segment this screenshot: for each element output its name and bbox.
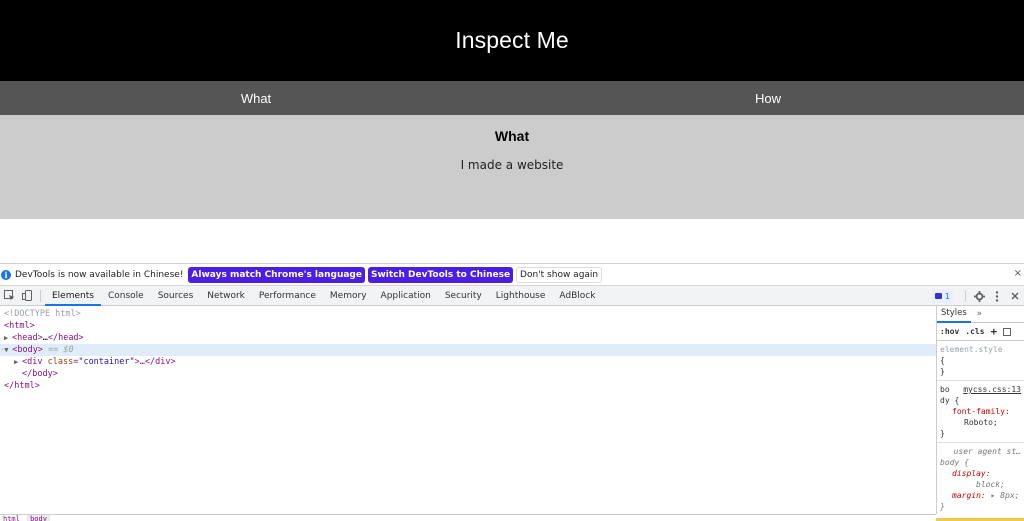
rule-source-link[interactable]: mycss.css:13 xyxy=(963,384,1021,395)
element-style-selector: element.style xyxy=(940,345,1003,354)
content-text: I made a website xyxy=(460,158,564,172)
head-open-tag: <head> xyxy=(12,333,43,343)
tab-performance[interactable]: Performance xyxy=(252,286,323,306)
css-prop-margin: margin: xyxy=(952,491,986,500)
tab-application[interactable]: Application xyxy=(374,286,438,306)
dom-breadcrumb: html body xyxy=(0,514,936,521)
div-close-tag: >…</div> xyxy=(134,357,176,367)
css-prop-font-family[interactable]: font-family: xyxy=(952,407,1010,416)
switch-language-button[interactable]: Switch DevTools to Chinese xyxy=(367,266,514,283)
dom-node-doctype[interactable]: <!DOCTYPE html> xyxy=(0,308,936,320)
expand-triangle-icon[interactable]: ▶ xyxy=(14,356,22,368)
tab-lighthouse[interactable]: Lighthouse xyxy=(489,286,553,306)
css-value-margin: ▸ 8px; xyxy=(990,491,1020,500)
more-tabs-icon[interactable]: » xyxy=(971,309,988,319)
body-css-rule[interactable]: bo mycss.css:13 dy { font-family: Roboto;… xyxy=(937,381,1024,443)
issues-icon xyxy=(934,293,942,299)
class-toggle[interactable]: .cls xyxy=(965,327,984,336)
brace-open: { xyxy=(940,356,945,365)
styles-pane-tabs: Styles » xyxy=(937,306,1024,323)
user-agent-label: user agent st… xyxy=(953,447,1021,456)
brace-close: } xyxy=(940,502,945,511)
toolbar-divider xyxy=(40,289,41,302)
css-value-font-family[interactable]: Roboto; xyxy=(964,418,998,427)
styles-pane: Styles » :hov .cls + element.style { } b… xyxy=(936,306,1024,514)
user-agent-rule[interactable]: user agent st… body { display: block; ma… xyxy=(937,443,1024,514)
breadcrumb-html[interactable]: html xyxy=(0,515,23,521)
dom-node-div-container[interactable]: ▶ <div class="container">…</div> xyxy=(0,356,936,368)
dom-node-html-close[interactable]: </html> xyxy=(0,380,936,392)
toolbar-divider xyxy=(965,290,966,302)
toolbar-right-controls: 1 xyxy=(931,286,1024,306)
brace-close: } xyxy=(940,429,945,438)
site-title: Inspect Me xyxy=(455,27,569,53)
device-toolbar-icon[interactable] xyxy=(18,287,36,305)
issues-count: 1 xyxy=(944,291,950,301)
doctype-text: <!DOCTYPE html> xyxy=(4,309,81,319)
expand-triangle-icon[interactable]: ▶ xyxy=(4,332,12,344)
tab-memory[interactable]: Memory xyxy=(323,286,374,306)
website-viewport: Inspect Me What How What I made a websit… xyxy=(0,0,1024,263)
tab-adblock[interactable]: AdBlock xyxy=(552,286,602,306)
tab-security[interactable]: Security xyxy=(438,286,489,306)
html-close-tag: </html> xyxy=(4,381,40,391)
devtools-panel: i DevTools is now available in Chinese! … xyxy=(0,263,1024,521)
div-attr-value: "container" xyxy=(78,357,135,367)
nav-link-how[interactable]: How xyxy=(512,81,1024,115)
css-value-display: block; xyxy=(976,480,1005,489)
tab-sources[interactable]: Sources xyxy=(151,286,201,306)
close-devtools-icon[interactable] xyxy=(1006,287,1024,305)
dom-node-body[interactable]: ·▼ <body> == $0 xyxy=(0,344,936,356)
dont-show-again-button[interactable]: Don't show again xyxy=(516,266,603,283)
language-infobar: i DevTools is now available in Chinese! … xyxy=(0,264,1024,286)
toggle-sidebar-icon[interactable] xyxy=(1003,327,1012,336)
body-open-tag: <body> xyxy=(12,345,43,355)
info-icon: i xyxy=(1,269,11,280)
breadcrumb-body[interactable]: body xyxy=(27,515,50,521)
div-attr-name: class xyxy=(47,357,74,367)
more-options-icon[interactable] xyxy=(988,287,1006,305)
tab-network[interactable]: Network xyxy=(200,286,252,306)
infobar-message: DevTools is now available in Chinese! xyxy=(15,269,184,280)
dom-node-body-close[interactable]: </body> xyxy=(0,368,936,380)
div-open-tag: <div xyxy=(22,357,43,367)
selected-node-marker: == $0 xyxy=(48,345,74,355)
hover-state-toggle[interactable]: :hov xyxy=(940,327,959,336)
rule-selector-cont: dy { xyxy=(940,396,960,405)
site-content: What I made a website xyxy=(0,115,1024,219)
tab-elements[interactable]: Elements xyxy=(45,286,101,306)
dom-node-head[interactable]: ▶ <head>…</head> xyxy=(0,332,936,344)
devtools-toolbar: Elements Console Sources Network Perform… xyxy=(0,286,1024,306)
content-heading: What xyxy=(494,128,530,144)
brace-close: } xyxy=(940,367,945,376)
body-close-tag: </body> xyxy=(22,369,58,379)
match-language-button[interactable]: Always match Chrome's language xyxy=(188,266,365,283)
rule-selector: bo xyxy=(940,385,950,394)
tab-console[interactable]: Console xyxy=(101,286,151,306)
styles-filter-bar: :hov .cls + xyxy=(937,323,1024,341)
inspect-element-icon[interactable] xyxy=(0,287,18,305)
close-infobar-icon[interactable]: × xyxy=(1014,268,1022,279)
site-header: Inspect Me xyxy=(0,0,1024,81)
settings-gear-icon[interactable] xyxy=(970,287,988,305)
tab-styles[interactable]: Styles xyxy=(937,306,971,323)
dom-node-html[interactable]: <html> xyxy=(0,320,936,332)
browser-page: Inspect Me What How What I made a websit… xyxy=(0,0,1024,521)
new-rule-button[interactable]: + xyxy=(991,325,998,338)
ua-selector: body { xyxy=(940,458,969,467)
nav-link-what[interactable]: What xyxy=(0,81,512,115)
issues-badge[interactable]: 1 xyxy=(931,289,953,303)
elements-dom-tree: <!DOCTYPE html> <html> ▶ <head>…</head> ·… xyxy=(0,306,936,514)
element-style-rule[interactable]: element.style { } xyxy=(937,341,1024,381)
head-close-tag: </head> xyxy=(47,333,84,343)
site-nav: What How xyxy=(0,81,1024,115)
css-prop-display: display: xyxy=(952,469,991,478)
html-open-tag: <html> xyxy=(4,321,35,331)
